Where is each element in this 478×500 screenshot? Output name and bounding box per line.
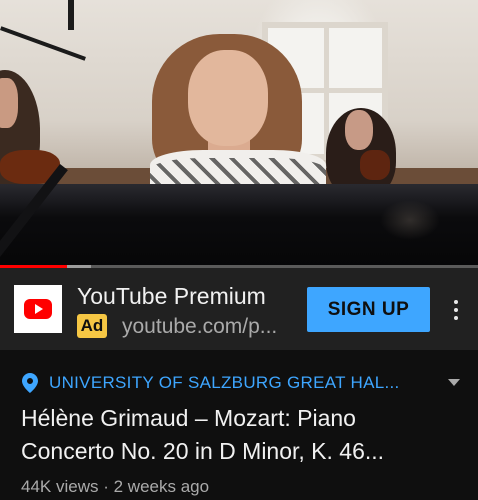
stats-separator: · bbox=[103, 477, 109, 496]
location-pin-icon bbox=[22, 373, 38, 393]
video-mic bbox=[68, 0, 74, 30]
video-reflection bbox=[380, 200, 440, 240]
video-pianist-face bbox=[188, 50, 268, 146]
upload-age: 2 weeks ago bbox=[113, 477, 210, 496]
video-title[interactable]: Hélène Grimaud – Mozart: Piano Concerto … bbox=[21, 402, 421, 468]
video-title-line-1: Hélène Grimaud – Mozart: Piano bbox=[21, 405, 356, 431]
video-violinist-left-face bbox=[0, 78, 18, 128]
location-label[interactable]: UNIVERSITY OF SALZBURG GREAT HAL... bbox=[49, 373, 400, 393]
video-violinist-right-face bbox=[345, 110, 373, 150]
promoted-ad-card[interactable]: YouTube Premium Ad youtube.com/p... SIGN… bbox=[0, 268, 478, 350]
kebab-dot bbox=[454, 308, 458, 312]
ad-title[interactable]: YouTube Premium bbox=[77, 283, 266, 310]
ad-badge: Ad bbox=[77, 314, 107, 338]
video-metadata: UNIVERSITY OF SALZBURG GREAT HAL... Hélè… bbox=[0, 350, 478, 500]
location-link[interactable]: UNIVERSITY OF SALZBURG GREAT HAL... bbox=[22, 372, 462, 394]
video-title-line-2: Concerto No. 20 in D Minor, K. 46... bbox=[21, 438, 385, 464]
chevron-down-icon[interactable] bbox=[448, 379, 460, 386]
youtube-logo-icon[interactable] bbox=[14, 285, 62, 333]
more-vert-icon[interactable] bbox=[450, 300, 462, 320]
ad-url[interactable]: youtube.com/p... bbox=[122, 315, 294, 339]
kebab-dot bbox=[454, 300, 458, 304]
sign-up-button[interactable]: SIGN UP bbox=[307, 287, 430, 332]
kebab-dot bbox=[454, 316, 458, 320]
play-triangle-icon bbox=[35, 304, 43, 314]
video-player[interactable] bbox=[0, 0, 478, 268]
youtube-play-logo bbox=[24, 299, 52, 319]
video-violin-right bbox=[360, 150, 390, 180]
video-stats: 44K views · 2 weeks ago bbox=[21, 477, 209, 497]
view-count: 44K views bbox=[21, 477, 99, 496]
